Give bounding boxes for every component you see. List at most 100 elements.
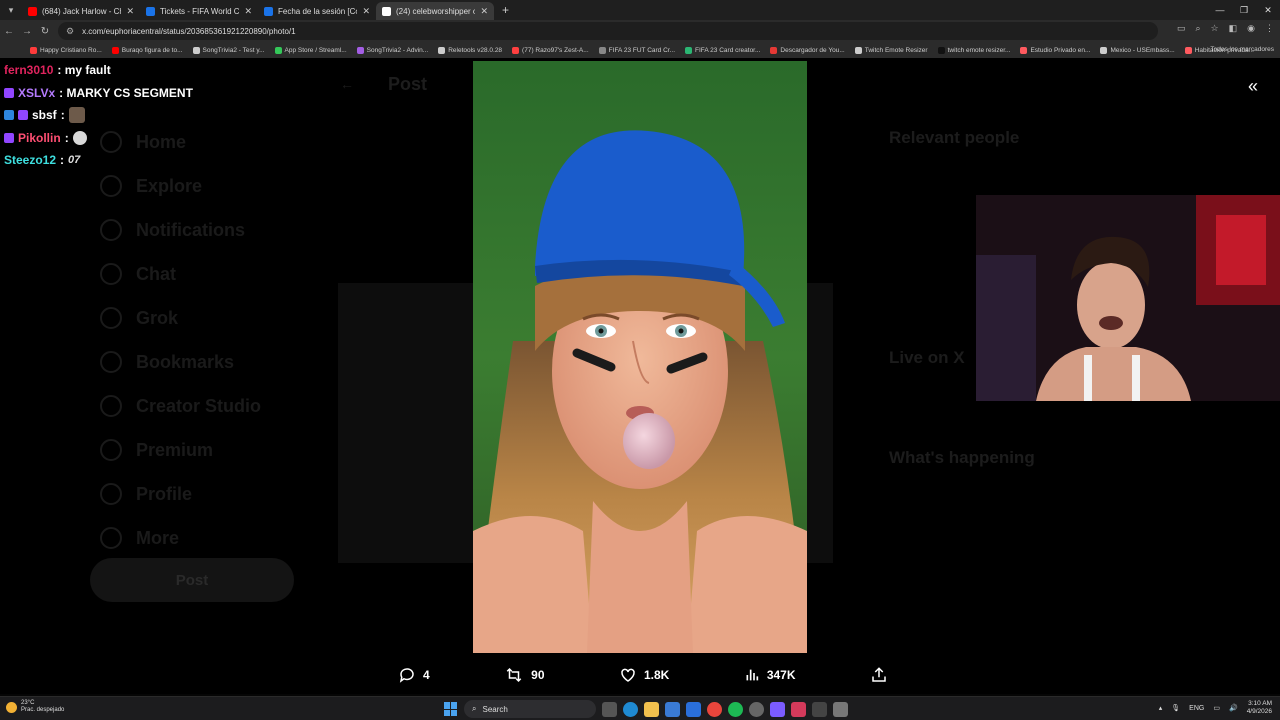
app-icon[interactable] — [833, 701, 848, 717]
mail-icon[interactable] — [686, 701, 701, 717]
nav-item-grok[interactable]: Grok — [100, 296, 261, 340]
tab-close-icon[interactable]: ✕ — [126, 6, 134, 17]
install-icon[interactable]: ▭ — [1177, 23, 1186, 34]
chat-username[interactable]: Pikollin — [18, 131, 61, 145]
bookmark-item[interactable]: Mexico - USEmbass... — [1100, 46, 1175, 54]
back-icon[interactable]: ← — [0, 26, 18, 37]
collapse-panel-icon[interactable]: « — [1243, 76, 1263, 96]
bookmark-item[interactable]: App Store / Streaml... — [274, 46, 347, 54]
new-tab-button[interactable]: + — [502, 3, 509, 17]
tray-expand-icon[interactable]: ▴ — [1159, 704, 1163, 712]
discord-icon[interactable] — [770, 701, 785, 717]
chat-username[interactable]: XSLVx — [18, 86, 55, 100]
bookmark-label: Buraqo figura de to... — [121, 46, 183, 54]
bookmark-item[interactable]: FIFA 23 Card creator... — [685, 46, 760, 54]
bookmark-item[interactable]: SongTrivia2 - Advin... — [356, 46, 428, 54]
nav-item-more[interactable]: More — [100, 516, 261, 560]
bookmark-favicon-icon — [356, 46, 364, 54]
nav-item-notifications[interactable]: Notifications — [100, 208, 261, 252]
browser-tab[interactable]: (24) celebworshipper on X: "im ... ✕ — [376, 2, 494, 20]
bookmark-item[interactable]: Reletools v28.0.28 — [438, 46, 502, 54]
obs-icon[interactable] — [812, 701, 827, 717]
tab-close-icon[interactable]: ✕ — [244, 6, 252, 17]
start-icon[interactable] — [444, 702, 458, 716]
repost-button[interactable]: 90 — [504, 666, 545, 684]
spotify-icon[interactable] — [728, 701, 743, 717]
all-bookmarks-folder[interactable]: Todos los marcadores — [1210, 46, 1274, 53]
views-count: 347K — [766, 668, 796, 682]
store-icon[interactable] — [665, 701, 680, 717]
site-info-icon[interactable]: ⚙ — [66, 26, 74, 37]
bookmark-item[interactable]: FIFA 23 FUT Card Cr... — [598, 46, 675, 54]
tab-close-icon[interactable]: ✕ — [362, 6, 370, 17]
nav-item-premium[interactable]: Premium — [100, 428, 261, 472]
emote-text: 07 — [68, 154, 81, 167]
weather-widget[interactable]: 23°C Prac. despejado — [6, 700, 64, 714]
search-icon: ⌕ — [472, 704, 477, 713]
weather-temp: 23°C — [21, 700, 35, 706]
views-button[interactable]: 347K — [744, 666, 796, 684]
nav-item-bookmarks[interactable]: Bookmarks — [100, 340, 261, 384]
nav-icon — [100, 483, 122, 505]
tab-title: (684) Jack Harlow - Churchill D... — [42, 6, 121, 16]
toolbar-icons: ▭ ⌕ ☆ ◧ ◉ ⋮ — [1177, 23, 1274, 34]
edge-icon[interactable] — [623, 701, 638, 717]
nav-item-chat[interactable]: Chat — [100, 252, 261, 296]
restore-icon[interactable]: ❐ — [1232, 0, 1256, 20]
chat-username[interactable]: sbsf — [32, 108, 57, 122]
bookmark-item[interactable]: SongTrivia2 - Test y... — [192, 46, 265, 54]
reload-icon[interactable]: ↻ — [36, 26, 54, 37]
bookmark-item[interactable]: Descargador de You... — [770, 46, 845, 54]
post-button[interactable]: Post — [90, 558, 294, 602]
language-indicator[interactable]: ENG — [1189, 705, 1204, 712]
chat-text: : MARKY CS SEGMENT — [59, 85, 193, 100]
clock[interactable]: 3:10 AM 4/9/2026 — [1247, 700, 1272, 716]
chrome-icon[interactable] — [707, 701, 722, 717]
browser-tab[interactable]: Tickets - FIFA World Cup 2026™ ✕ — [140, 2, 258, 20]
bookmark-item[interactable]: (77) Razo97's Zest-A... — [512, 46, 589, 54]
forward-icon[interactable]: → — [18, 26, 36, 37]
chat-message: sbsf: — [4, 104, 304, 127]
back-arrow-icon[interactable]: ← — [340, 76, 354, 92]
close-window-icon[interactable]: ✕ — [1256, 0, 1280, 20]
file-explorer-icon[interactable] — [644, 701, 659, 717]
menu-icon[interactable]: ⋮ — [1265, 23, 1274, 34]
music-app-icon[interactable] — [791, 701, 806, 717]
bookmark-item[interactable]: Estudio Privado en... — [1020, 46, 1090, 54]
tab-close-icon[interactable]: ✕ — [480, 6, 488, 17]
bookmark-star-icon[interactable]: ☆ — [1211, 23, 1219, 34]
chat-username[interactable]: Steezo12 — [4, 153, 56, 167]
nav-label: Notifications — [136, 219, 246, 240]
nav-item-profile[interactable]: Profile — [100, 472, 261, 516]
subscriber-badge-icon — [4, 132, 14, 143]
profile-icon[interactable]: ◉ — [1247, 23, 1255, 34]
tab-search-icon[interactable]: ▾ — [0, 0, 22, 20]
tab-title: Tickets - FIFA World Cup 2026™ — [160, 6, 240, 16]
zoom-icon[interactable]: ⌕ — [1196, 23, 1201, 34]
steam-icon[interactable] — [749, 701, 764, 717]
network-icon[interactable]: ▭ — [1213, 704, 1220, 712]
taskbar-search[interactable]: ⌕ Search — [464, 700, 596, 718]
post-photo[interactable] — [473, 61, 807, 653]
like-button[interactable]: 1.8K — [619, 666, 669, 684]
reply-button[interactable]: 4 — [398, 666, 430, 684]
chat-username[interactable]: fern3010 — [4, 63, 53, 77]
chat-text: : my fault — [57, 63, 111, 78]
nav-item-creator-studio[interactable]: Creator Studio — [100, 384, 261, 428]
browser-tab-strip: ▾ (684) Jack Harlow - Churchill D...✕Tic… — [0, 0, 1280, 20]
bookmark-item[interactable]: Buraqo figura de to... — [111, 46, 183, 54]
bookmark-item[interactable]: twitch emote resizer... — [937, 46, 1010, 54]
url-bar[interactable]: ⚙ x.com/euphoriacentral/status/203685361… — [58, 22, 1158, 40]
extensions-icon[interactable]: ◧ — [1229, 23, 1238, 34]
mic-icon[interactable]: 🎙 — [1171, 704, 1180, 712]
browser-tab[interactable]: (684) Jack Harlow - Churchill D... ✕ — [22, 2, 140, 20]
minimize-icon[interactable]: — — [1208, 0, 1232, 20]
volume-icon[interactable]: 🔊 — [1229, 704, 1238, 712]
browser-tab[interactable]: Fecha de la sesión [Copa Mund... ✕ — [258, 2, 376, 20]
like-count: 1.8K — [643, 668, 670, 682]
bookmark-item[interactable]: Happy Cristiano Ro... — [30, 46, 102, 54]
bookmark-item[interactable]: Twitch Emote Resizer — [854, 46, 928, 54]
task-view-icon[interactable] — [602, 701, 617, 717]
share-button[interactable] — [870, 666, 888, 684]
nav-label: Profile — [136, 483, 193, 504]
